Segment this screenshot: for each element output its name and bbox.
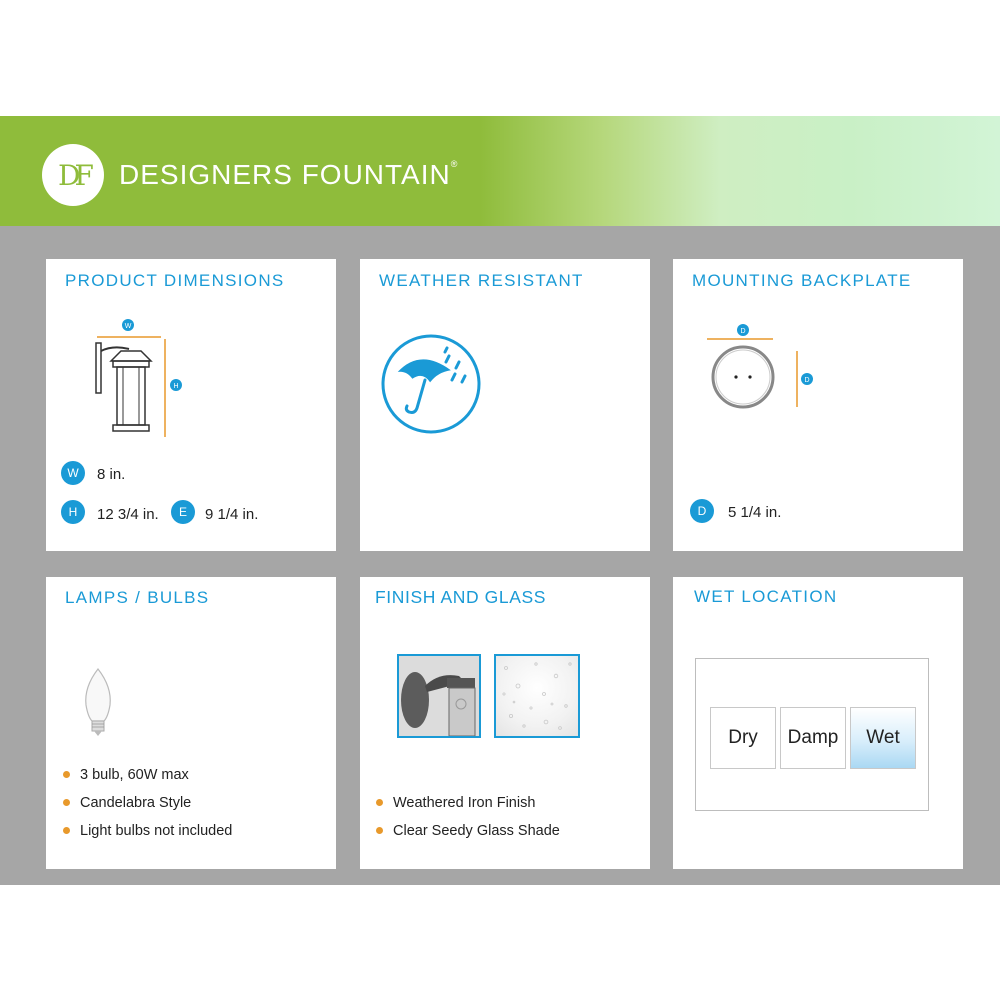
brand-monogram: DF (58, 158, 94, 192)
panel-title: LAMPS / BULBS (65, 588, 210, 607)
bullet-icon (63, 798, 70, 806)
extension-badge: E (171, 500, 195, 524)
list-item-text: Light bulbs not included (80, 823, 233, 839)
panel-mounting-backplate: MOUNTING BACKPLATE D D D 5 1/4 in. (673, 259, 963, 551)
bullet-icon (63, 770, 70, 778)
rating-dry: Dry (710, 707, 776, 769)
finish-swatch (397, 654, 481, 738)
panel-title: FINISH AND GLASS (375, 587, 547, 607)
list-item: Weathered Iron Finish (376, 795, 535, 811)
rating-wet-selected: Wet (850, 707, 916, 769)
brand-name: DESIGNERS FOUNTAIN® (119, 159, 457, 191)
location-rating-box: Dry Damp Wet (695, 658, 929, 811)
list-item: Light bulbs not included (63, 823, 232, 839)
panel-weather-resistant: WEATHER RESISTANT (360, 259, 650, 551)
panel-title: WEATHER RESISTANT (379, 271, 584, 290)
brand-name-text: DESIGNERS FOUNTAIN (119, 159, 451, 190)
backplate-diagram: D D (707, 324, 813, 409)
diagram-w-label: W (125, 323, 132, 330)
list-item: Clear Seedy Glass Shade (376, 823, 560, 839)
list-item: 3 bulb, 60W max (63, 767, 189, 783)
bullet-icon (376, 798, 383, 806)
panel-wet-location: WET LOCATION Dry Damp Wet (673, 577, 963, 869)
list-item-text: Clear Seedy Glass Shade (393, 823, 560, 839)
width-value: 8 in. (97, 466, 126, 483)
diagram-h-label: H (173, 383, 178, 390)
list-item-text: Weathered Iron Finish (393, 795, 536, 811)
finish-swatch-image (399, 656, 479, 736)
panel-lamps-bulbs: LAMPS / BULBS 3 bulb, 60W max Candelabra… (46, 577, 336, 869)
panel-title: PRODUCT DIMENSIONS (65, 271, 285, 290)
list-item: Candelabra Style (63, 795, 191, 811)
panel-finish-glass: FINISH AND GLASS Weathered Iron Finish C… (360, 577, 650, 869)
panel-title: WET LOCATION (694, 587, 838, 606)
panel-product-dimensions: PRODUCT DIMENSIONS W H W 8 in. H 12 3/4 … (46, 259, 336, 551)
extension-value: 9 1/4 in. (205, 506, 259, 523)
panel-title: MOUNTING BACKPLATE (692, 271, 912, 290)
seedy-glass-texture (502, 662, 572, 730)
diameter-value: 5 1/4 in. (728, 504, 782, 521)
candelabra-bulb-icon (85, 668, 111, 736)
height-badge: H (61, 500, 85, 524)
lantern-dimension-diagram: W H (95, 319, 182, 437)
list-item-text: Candelabra Style (80, 795, 192, 811)
rating-damp: Damp (780, 707, 846, 769)
width-badge: W (61, 461, 85, 485)
umbrella-rain-icon (381, 334, 481, 434)
diagram-d-label-side: D (804, 377, 809, 384)
list-item-text: 3 bulb, 60W max (80, 767, 189, 783)
height-value: 12 3/4 in. (97, 506, 159, 523)
diameter-badge: D (690, 499, 714, 523)
diagram-d-label-top: D (740, 328, 745, 335)
bullet-icon (376, 826, 383, 834)
bullet-icon (63, 826, 70, 834)
registered-mark: ® (450, 159, 458, 169)
glass-swatch (494, 654, 580, 738)
